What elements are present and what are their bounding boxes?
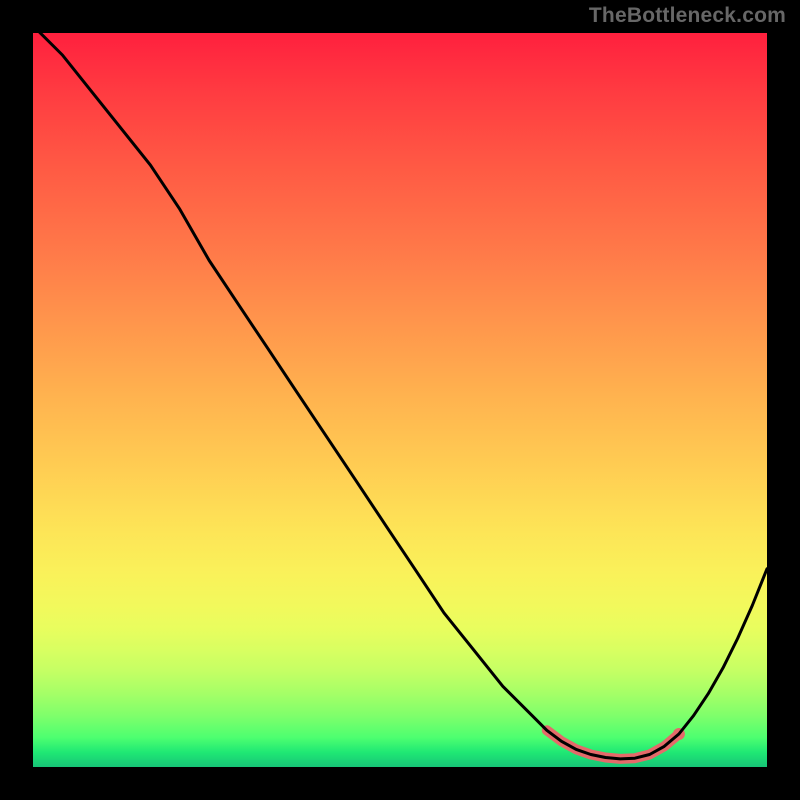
chart-frame: TheBottleneck.com bbox=[0, 0, 800, 800]
main-curve bbox=[33, 33, 767, 759]
chart-svg bbox=[33, 33, 767, 767]
watermark-text: TheBottleneck.com bbox=[589, 4, 786, 28]
plot-area bbox=[33, 33, 767, 767]
